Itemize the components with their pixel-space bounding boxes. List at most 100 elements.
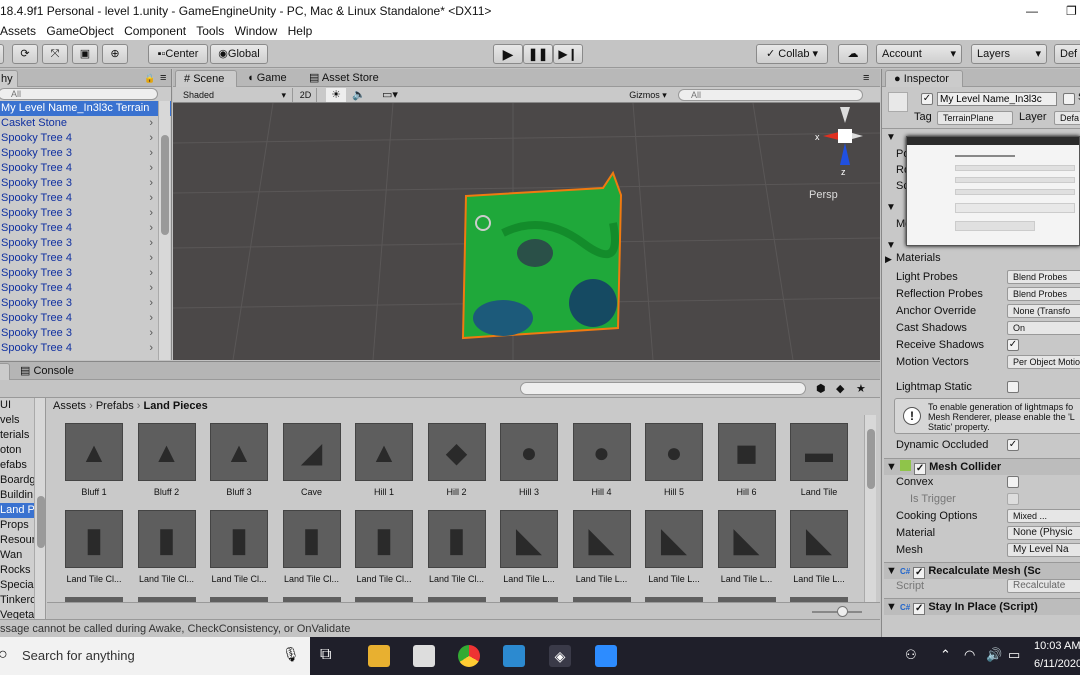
chevron-right-icon[interactable]: › (149, 236, 153, 251)
hierarchy-item[interactable]: Spooky Tree 3 › (0, 326, 171, 341)
chevron-right-icon[interactable]: › (149, 311, 153, 326)
active-checkbox[interactable]: ✓ (921, 93, 933, 105)
asset-tile[interactable]: ◣ Land Tile L... (494, 510, 564, 584)
hierarchy-item[interactable]: Spooky Tree 3 › (0, 236, 171, 251)
restore-icon[interactable]: ❐ (1066, 0, 1077, 22)
folder-item[interactable]: Wan (0, 548, 34, 563)
chevron-right-icon[interactable]: › (149, 116, 153, 131)
receive-shadows-checkbox[interactable]: ✓ (1007, 339, 1019, 351)
folder-item[interactable]: Land P (0, 503, 34, 518)
hierarchy-item[interactable]: Spooky Tree 3 › (0, 146, 171, 161)
tab-asset-store[interactable]: ▤ Asset Store (301, 70, 387, 87)
hierarchy-search-input[interactable] (0, 88, 158, 100)
inspector-row-dropdown[interactable]: On (1007, 321, 1080, 335)
menu-component[interactable]: Component (124, 24, 186, 38)
asset-tile[interactable]: ● Hill 5 (639, 423, 709, 497)
clock-date[interactable]: 6/11/2020 (1034, 658, 1080, 670)
hierarchy-item[interactable]: Spooky Tree 4 › (0, 161, 171, 176)
menu-gameobject[interactable]: GameObject (46, 24, 113, 38)
gizmos-dropdown[interactable]: Gizmos ▾ (625, 88, 671, 102)
asset-tile[interactable]: ▮ Land Tile Cl... (277, 510, 347, 584)
hierarchy-item[interactable]: Spooky Tree 4 › (0, 191, 171, 206)
cooking-options-dropdown[interactable]: Mixed ... (1007, 509, 1080, 523)
asset-tile[interactable]: ▲ Hill 1 (349, 423, 419, 497)
chevron-right-icon[interactable]: › (149, 296, 153, 311)
task-view-icon[interactable]: ⧉ (320, 646, 331, 664)
menu-tools[interactable]: Tools (196, 24, 224, 38)
folder-item[interactable]: oton (0, 443, 34, 458)
asset-tile[interactable]: ● Hill 3 (494, 423, 564, 497)
battery-icon[interactable]: ▭ (1008, 647, 1020, 663)
asset-tile[interactable]: ▬ Land Tile (784, 423, 854, 497)
menu-window[interactable]: Window (235, 24, 278, 38)
folder-item[interactable]: Rocks (0, 563, 34, 578)
pivot-center-button[interactable]: ▪▫Center (148, 44, 208, 64)
scroll-thumb[interactable] (37, 496, 45, 548)
asset-tile[interactable]: ▮ Land Tile Cl... (204, 510, 274, 584)
asset-tile[interactable]: ● Hill 4 (567, 423, 637, 497)
folder-item[interactable]: Props (0, 518, 34, 533)
file-explorer-icon[interactable] (368, 645, 390, 667)
scene-orientation-gizmo[interactable]: x z (815, 107, 863, 177)
minimize-icon[interactable]: — (1026, 0, 1038, 22)
folder-item[interactable]: Resour (0, 533, 34, 548)
recalculate-mesh-header[interactable]: ▼ C# ✓ Recalculate Mesh (Sc (884, 562, 1080, 579)
breadcrumb-assets[interactable]: Assets (53, 400, 86, 412)
asset-tile[interactable]: ◣ Land Tile L... (784, 510, 854, 584)
filter-label-icon[interactable]: ◆ (836, 382, 844, 395)
fold-arrow-icon[interactable]: ▼ (884, 565, 897, 577)
inspector-row-dropdown[interactable]: None (Transfo (1007, 304, 1080, 318)
chrome-icon[interactable] (458, 645, 480, 667)
folder-item[interactable]: Boardg (0, 473, 34, 488)
inspector-row-dropdown[interactable]: Blend Probes (1007, 270, 1080, 284)
hierarchy-item[interactable]: Spooky Tree 3 › (0, 176, 171, 191)
tab-console[interactable]: ▤ Console (12, 363, 82, 380)
object-name-field[interactable] (937, 92, 1057, 106)
chevron-up-icon[interactable]: ⌃ (940, 647, 951, 663)
chevron-right-icon[interactable]: › (149, 146, 153, 161)
hierarchy-item[interactable]: Spooky Tree 3 › (0, 206, 171, 221)
chevron-right-icon[interactable]: › (149, 191, 153, 206)
gizmo-center-cube[interactable] (838, 129, 852, 143)
tab-game[interactable]: ◖ Game (239, 70, 295, 87)
volume-icon[interactable]: 🔊 (986, 647, 1002, 663)
fold-arrow-icon[interactable]: ▼ (884, 601, 897, 613)
asset-tile[interactable]: ◣ Land Tile L... (567, 510, 637, 584)
2d-toggle[interactable]: 2D (295, 88, 317, 102)
window-preview-thumbnail[interactable] (906, 136, 1080, 246)
hierarchy-item[interactable]: Spooky Tree 3 › (0, 296, 171, 311)
chevron-right-icon[interactable]: › (149, 341, 153, 356)
stay-enable-checkbox[interactable]: ✓ (913, 603, 926, 615)
chevron-right-icon[interactable]: › (149, 221, 153, 236)
folder-item[interactable]: Buildin (0, 488, 34, 503)
chevron-right-icon[interactable]: › (149, 206, 153, 221)
hierarchy-item[interactable]: Casket Stone › (0, 116, 171, 131)
menu-assets[interactable]: Assets (0, 24, 36, 38)
hand-tool-button[interactable] (0, 44, 4, 64)
inspector-row-dropdown[interactable]: Per Object Motio (1007, 355, 1080, 369)
persp-label[interactable]: Persp (809, 189, 838, 201)
static-checkbox[interactable] (1063, 93, 1075, 105)
people-icon[interactable]: ⚇ (905, 647, 917, 663)
hierarchy-item[interactable]: Spooky Tree 4 › (0, 341, 171, 356)
asset-tile[interactable]: ◼ Hill 6 (712, 423, 782, 497)
tab-inspector[interactable]: ● Inspector (885, 70, 963, 87)
wifi-icon[interactable]: ◠ (964, 647, 975, 663)
play-button[interactable]: ▶ (493, 44, 523, 64)
asset-tile[interactable]: ◣ Land Tile L... (639, 510, 709, 584)
tab-hierarchy[interactable]: hy (0, 70, 18, 87)
inspector-row-dropdown[interactable]: Blend Probes (1007, 287, 1080, 301)
hierarchy-item[interactable]: Spooky Tree 4 › (0, 251, 171, 266)
scene-viewport[interactable]: x z Persp (173, 103, 880, 360)
fold-arrow-icon[interactable]: ▼ (886, 202, 896, 213)
menu-help[interactable]: Help (288, 24, 313, 38)
asset-tile[interactable]: ▲ Bluff 3 (204, 423, 274, 497)
stay-in-place-header[interactable]: ▼ C# ✓ Stay In Place (Script) (884, 598, 1080, 615)
zoom-slider-thumb[interactable] (837, 606, 848, 617)
scroll-thumb[interactable] (867, 429, 875, 489)
hierarchy-item[interactable]: Spooky Tree 4 › (0, 311, 171, 326)
folder-item[interactable]: vels (0, 413, 34, 428)
material-field[interactable]: None (Physic (1007, 526, 1080, 540)
asset-tile[interactable]: ▲ Bluff 2 (132, 423, 202, 497)
lightmap-static-checkbox[interactable] (1007, 381, 1019, 393)
